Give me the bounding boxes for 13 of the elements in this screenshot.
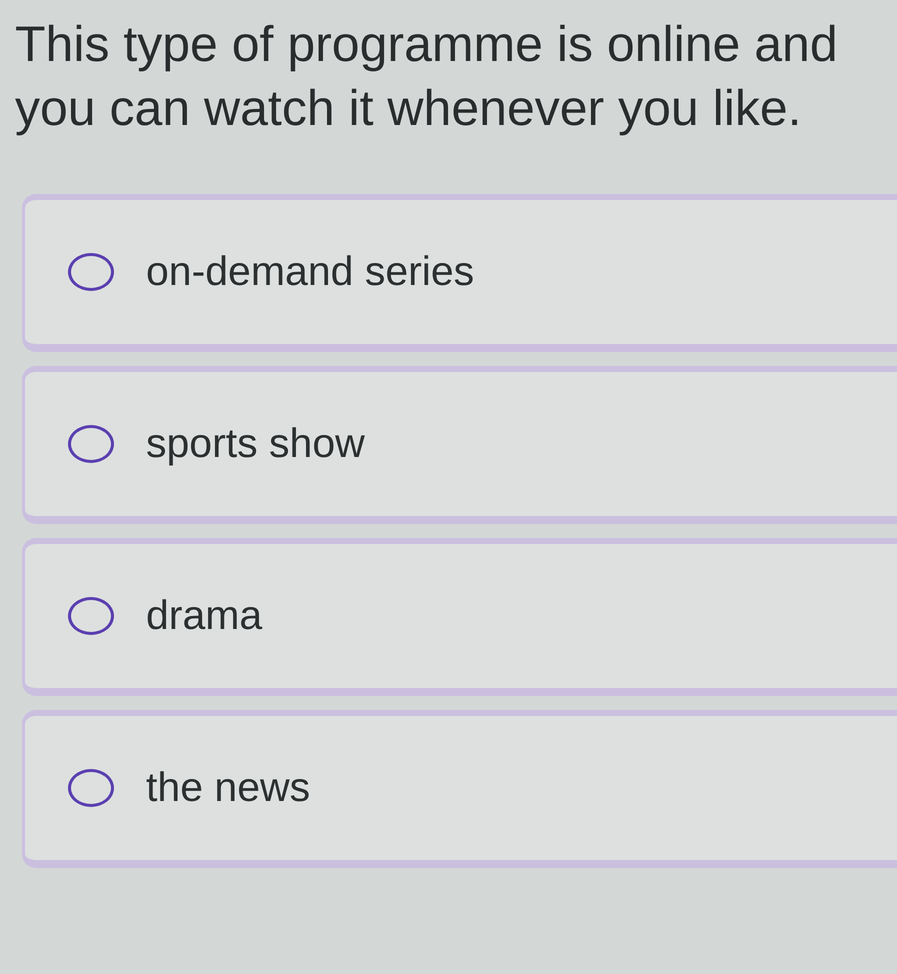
- option-label: on-demand series: [146, 247, 474, 296]
- answer-option[interactable]: the news: [22, 710, 897, 868]
- radio-button[interactable]: [68, 253, 114, 291]
- radio-button[interactable]: [68, 597, 114, 635]
- answer-option[interactable]: drama: [22, 538, 897, 696]
- radio-button[interactable]: [68, 769, 114, 807]
- radio-button[interactable]: [68, 425, 114, 463]
- answer-option[interactable]: sports show: [22, 366, 897, 524]
- question-text: This type of programme is online and you can watch it whenever you like.: [15, 15, 839, 138]
- option-label: drama: [146, 591, 262, 640]
- option-label: the news: [146, 763, 310, 812]
- answer-option[interactable]: on-demand series: [22, 194, 897, 352]
- option-label: sports show: [146, 419, 365, 468]
